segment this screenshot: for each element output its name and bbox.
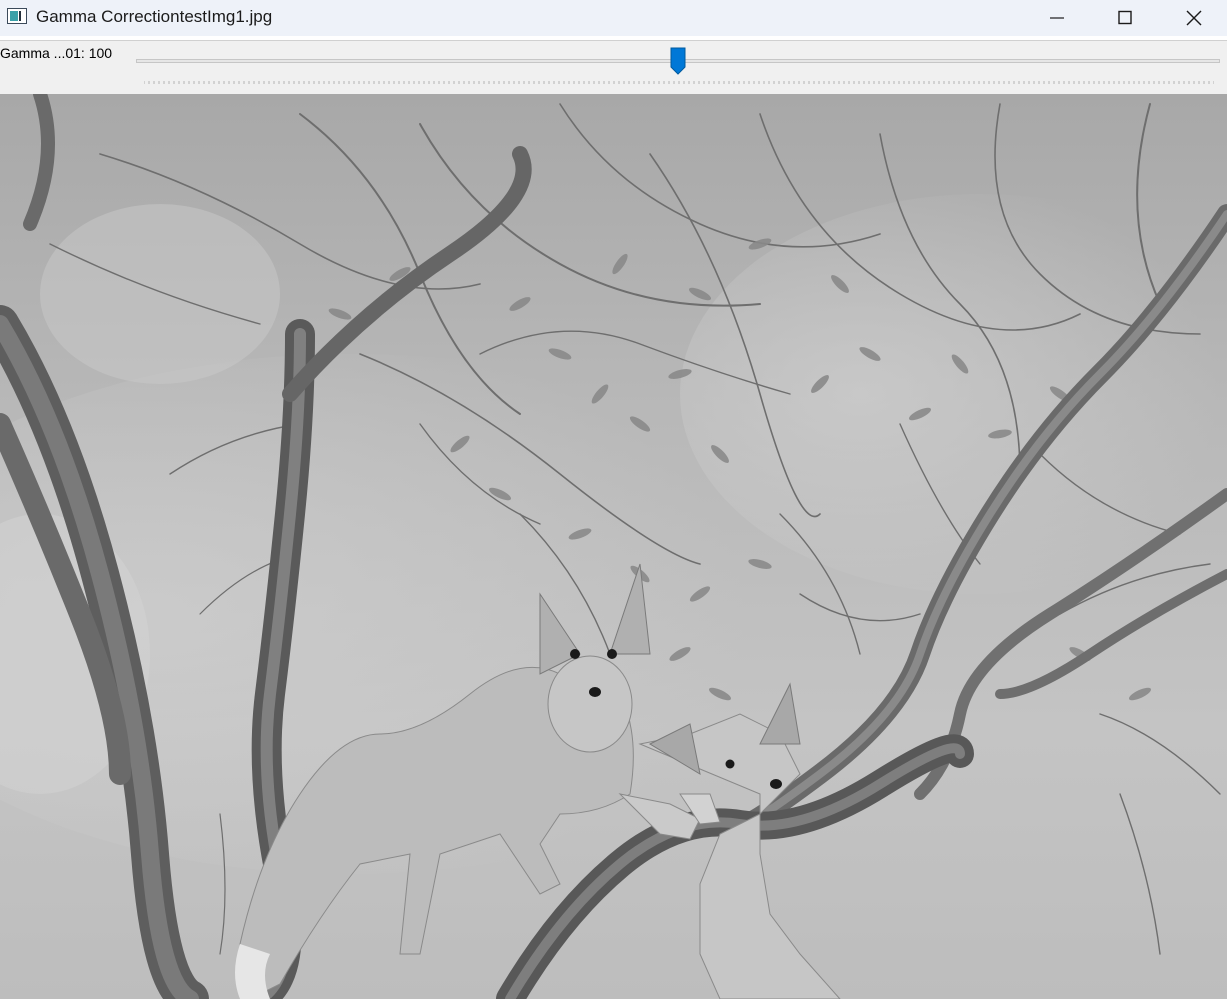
close-button[interactable]	[1161, 0, 1227, 36]
slider-thumb[interactable]	[670, 47, 686, 75]
app-window-icon	[7, 8, 27, 24]
photo	[0, 94, 1227, 999]
window-title: Gamma CorrectiontestImg1.jpg	[36, 7, 273, 26]
image-view	[0, 94, 1227, 999]
title-bar[interactable]: Gamma CorrectiontestImg1.jpg	[0, 0, 1227, 36]
minimize-icon	[1050, 17, 1064, 19]
maximize-button[interactable]	[1092, 0, 1158, 36]
minimize-button[interactable]	[1024, 0, 1090, 36]
slider-ticks	[144, 81, 1214, 84]
trackbar-panel: Gamma ...01: 100	[0, 40, 1227, 94]
close-icon	[1186, 10, 1202, 26]
gamma-slider[interactable]	[136, 47, 1220, 87]
trackbar-label: Gamma ...01: 100	[0, 45, 113, 61]
maximize-icon	[1118, 10, 1132, 25]
